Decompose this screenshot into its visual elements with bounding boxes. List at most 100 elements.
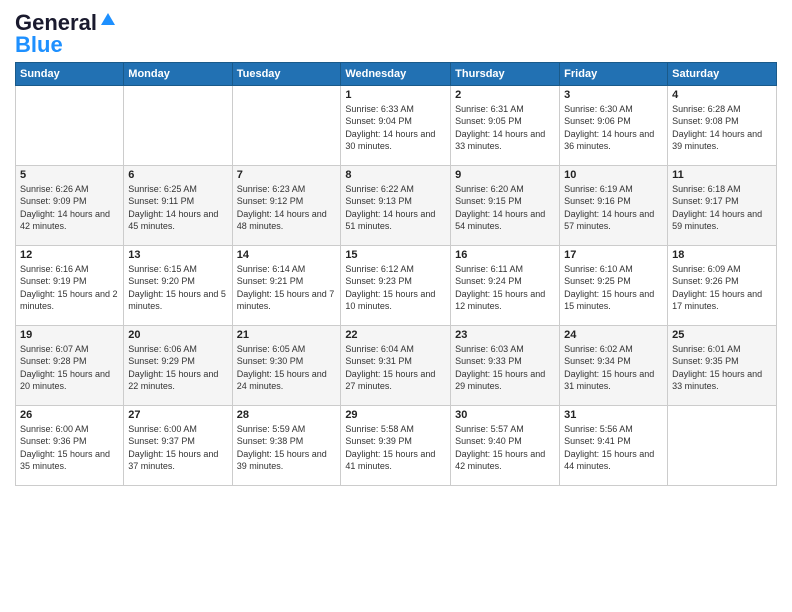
calendar-cell: 8 Sunrise: 6:22 AMSunset: 9:13 PMDaylight… <box>341 165 451 245</box>
logo: General Blue <box>15 10 117 54</box>
calendar-week-4: 19Sunrise: 6:07 AMSunset: 9:28 PMDayligh… <box>16 325 777 405</box>
day-info: Sunrise: 6:18 AMSunset: 9:17 PMDaylight:… <box>672 183 772 233</box>
day-number: 18 <box>672 249 772 261</box>
weekday-header-saturday: Saturday <box>668 62 777 85</box>
calendar-table: SundayMondayTuesdayWednesdayThursdayFrid… <box>15 62 777 486</box>
day-info: Sunrise: 6:25 AMSunset: 9:11 PMDaylight:… <box>128 183 227 233</box>
calendar-cell: 4Sunrise: 6:28 AMSunset: 9:08 PMDaylight… <box>668 85 777 165</box>
day-number: 23 <box>455 329 555 341</box>
calendar-week-3: 12 Sunrise: 6:16 AMSunset: 9:19 PMDayligh… <box>16 245 777 325</box>
day-info: Sunrise: 6:05 AMSunset: 9:30 PMDaylight:… <box>237 343 337 393</box>
day-number: 13 <box>128 249 227 261</box>
day-number: 30 <box>455 409 555 421</box>
day-number: 4 <box>672 89 772 101</box>
page: General Blue SundayMondayTuesdayWednesda… <box>0 0 792 612</box>
calendar-cell: 16Sunrise: 6:11 AMSunset: 9:24 PMDayligh… <box>451 245 560 325</box>
day-info: Sunrise: 6:22 AMSunset: 9:13 PMDaylight:… <box>345 183 446 233</box>
day-info: Sunrise: 6:30 AMSunset: 9:06 PMDaylight:… <box>564 103 663 153</box>
weekday-header-monday: Monday <box>124 62 232 85</box>
calendar-week-2: 5 Sunrise: 6:26 AMSunset: 9:09 PMDaylight… <box>16 165 777 245</box>
logo-arrow-icon <box>99 11 117 29</box>
day-number: 9 <box>455 169 555 181</box>
day-info: Sunrise: 5:57 AMSunset: 9:40 PMDaylight:… <box>455 423 555 473</box>
day-number: 6 <box>128 169 227 181</box>
day-info: Sunrise: 6:19 AMSunset: 9:16 PMDaylight:… <box>564 183 663 233</box>
calendar-cell: 15 Sunrise: 6:12 AMSunset: 9:23 PMDayligh… <box>341 245 451 325</box>
day-number: 2 <box>455 89 555 101</box>
day-info: Sunrise: 6:15 AMSunset: 9:20 PMDaylight:… <box>128 263 227 313</box>
header: General Blue <box>15 10 777 54</box>
day-info: Sunrise: 6:11 AMSunset: 9:24 PMDaylight:… <box>455 263 555 313</box>
day-number: 15 <box>345 249 446 261</box>
day-number: 1 <box>345 89 446 101</box>
calendar-cell: 26 Sunrise: 6:00 AMSunset: 9:36 PMDayligh… <box>16 405 124 485</box>
calendar-week-5: 26 Sunrise: 6:00 AMSunset: 9:36 PMDayligh… <box>16 405 777 485</box>
day-number: 29 <box>345 409 446 421</box>
calendar-cell: 9Sunrise: 6:20 AMSunset: 9:15 PMDaylight… <box>451 165 560 245</box>
day-info: Sunrise: 6:31 AMSunset: 9:05 PMDaylight:… <box>455 103 555 153</box>
logo-blue-text: Blue <box>15 36 117 54</box>
day-number: 10 <box>564 169 663 181</box>
calendar-cell: 17 Sunrise: 6:10 AMSunset: 9:25 PMDayligh… <box>560 245 668 325</box>
day-number: 5 <box>20 169 119 181</box>
day-info: Sunrise: 6:04 AMSunset: 9:31 PMDaylight:… <box>345 343 446 393</box>
day-number: 3 <box>564 89 663 101</box>
day-number: 17 <box>564 249 663 261</box>
calendar-cell: 30 Sunrise: 5:57 AMSunset: 9:40 PMDayligh… <box>451 405 560 485</box>
day-number: 12 <box>20 249 119 261</box>
day-number: 22 <box>345 329 446 341</box>
calendar-cell: 10 Sunrise: 6:19 AMSunset: 9:16 PMDayligh… <box>560 165 668 245</box>
calendar-cell: 20 Sunrise: 6:06 AMSunset: 9:29 PMDayligh… <box>124 325 232 405</box>
day-number: 27 <box>128 409 227 421</box>
calendar-cell: 18Sunrise: 6:09 AMSunset: 9:26 PMDayligh… <box>668 245 777 325</box>
calendar-cell: 22 Sunrise: 6:04 AMSunset: 9:31 PMDayligh… <box>341 325 451 405</box>
day-info: Sunrise: 6:02 AMSunset: 9:34 PMDaylight:… <box>564 343 663 393</box>
calendar-cell: 2 Sunrise: 6:31 AMSunset: 9:05 PMDaylight… <box>451 85 560 165</box>
calendar-cell: 5 Sunrise: 6:26 AMSunset: 9:09 PMDaylight… <box>16 165 124 245</box>
day-number: 11 <box>672 169 772 181</box>
day-number: 8 <box>345 169 446 181</box>
day-info: Sunrise: 6:01 AMSunset: 9:35 PMDaylight:… <box>672 343 772 393</box>
day-number: 14 <box>237 249 337 261</box>
weekday-header-friday: Friday <box>560 62 668 85</box>
day-info: Sunrise: 6:12 AMSunset: 9:23 PMDaylight:… <box>345 263 446 313</box>
day-info: Sunrise: 6:26 AMSunset: 9:09 PMDaylight:… <box>20 183 119 233</box>
day-info: Sunrise: 6:16 AMSunset: 9:19 PMDaylight:… <box>20 263 119 313</box>
day-number: 25 <box>672 329 772 341</box>
day-info: Sunrise: 6:33 AMSunset: 9:04 PMDaylight:… <box>345 103 446 153</box>
calendar-cell: 3 Sunrise: 6:30 AMSunset: 9:06 PMDaylight… <box>560 85 668 165</box>
day-info: Sunrise: 6:10 AMSunset: 9:25 PMDaylight:… <box>564 263 663 313</box>
calendar-header: SundayMondayTuesdayWednesdayThursdayFrid… <box>16 62 777 85</box>
calendar-cell: 31 Sunrise: 5:56 AMSunset: 9:41 PMDayligh… <box>560 405 668 485</box>
day-number: 24 <box>564 329 663 341</box>
calendar-cell: 29 Sunrise: 5:58 AMSunset: 9:39 PMDayligh… <box>341 405 451 485</box>
day-number: 26 <box>20 409 119 421</box>
day-info: Sunrise: 5:59 AMSunset: 9:38 PMDaylight:… <box>237 423 337 473</box>
day-info: Sunrise: 6:03 AMSunset: 9:33 PMDaylight:… <box>455 343 555 393</box>
calendar-cell: 27 Sunrise: 6:00 AMSunset: 9:37 PMDayligh… <box>124 405 232 485</box>
calendar-cell: 11 Sunrise: 6:18 AMSunset: 9:17 PMDayligh… <box>668 165 777 245</box>
day-number: 7 <box>237 169 337 181</box>
day-info: Sunrise: 6:00 AMSunset: 9:36 PMDaylight:… <box>20 423 119 473</box>
calendar-cell: 21Sunrise: 6:05 AMSunset: 9:30 PMDayligh… <box>232 325 341 405</box>
day-info: Sunrise: 5:56 AMSunset: 9:41 PMDaylight:… <box>564 423 663 473</box>
calendar-cell <box>668 405 777 485</box>
weekday-header-thursday: Thursday <box>451 62 560 85</box>
calendar-cell: 23 Sunrise: 6:03 AMSunset: 9:33 PMDayligh… <box>451 325 560 405</box>
day-info: Sunrise: 6:00 AMSunset: 9:37 PMDaylight:… <box>128 423 227 473</box>
calendar-cell: 14Sunrise: 6:14 AMSunset: 9:21 PMDayligh… <box>232 245 341 325</box>
calendar-cell: 13 Sunrise: 6:15 AMSunset: 9:20 PMDayligh… <box>124 245 232 325</box>
day-number: 20 <box>128 329 227 341</box>
day-number: 31 <box>564 409 663 421</box>
day-info: Sunrise: 5:58 AMSunset: 9:39 PMDaylight:… <box>345 423 446 473</box>
calendar-cell <box>124 85 232 165</box>
weekday-row: SundayMondayTuesdayWednesdayThursdayFrid… <box>16 62 777 85</box>
day-info: Sunrise: 6:07 AMSunset: 9:28 PMDaylight:… <box>20 343 119 393</box>
calendar-cell: 12 Sunrise: 6:16 AMSunset: 9:19 PMDayligh… <box>16 245 124 325</box>
calendar-cell: 25 Sunrise: 6:01 AMSunset: 9:35 PMDayligh… <box>668 325 777 405</box>
day-number: 28 <box>237 409 337 421</box>
weekday-header-tuesday: Tuesday <box>232 62 341 85</box>
day-info: Sunrise: 6:06 AMSunset: 9:29 PMDaylight:… <box>128 343 227 393</box>
weekday-header-sunday: Sunday <box>16 62 124 85</box>
calendar-cell: 24 Sunrise: 6:02 AMSunset: 9:34 PMDayligh… <box>560 325 668 405</box>
